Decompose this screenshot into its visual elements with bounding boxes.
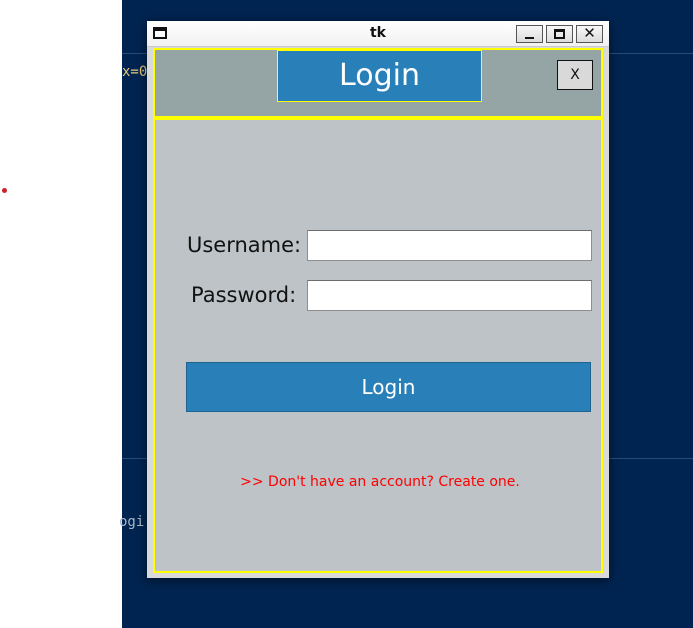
editor-code-line: ogi <box>119 514 145 530</box>
minimize-icon <box>525 37 534 39</box>
window-titlebar[interactable]: tk ✕ <box>147 21 609 47</box>
maximize-button[interactable] <box>546 25 573 43</box>
editor-code-line: x=0 <box>122 64 148 80</box>
header-frame: Login X <box>153 48 603 118</box>
close-button[interactable]: X <box>557 60 593 90</box>
close-icon: ✕ <box>583 24 596 42</box>
username-field[interactable] <box>307 230 592 261</box>
username-label: Username: <box>187 233 302 257</box>
password-label: Password: <box>191 283 297 307</box>
login-button[interactable]: Login <box>186 362 591 412</box>
minimize-button[interactable] <box>516 25 543 43</box>
desktop-background <box>0 0 122 628</box>
create-account-link[interactable]: >> Don't have an account? Create one. <box>155 474 605 490</box>
maximize-icon <box>554 29 565 39</box>
close-window-button[interactable]: ✕ <box>576 24 603 43</box>
login-window: tk ✕ Login X Username: Password: Login >… <box>147 21 609 578</box>
page-title: Login <box>277 50 482 102</box>
password-field[interactable] <box>307 280 592 311</box>
login-form-frame: Username: Password: Login >> Don't have … <box>153 118 603 573</box>
red-dot-marker <box>2 188 7 193</box>
